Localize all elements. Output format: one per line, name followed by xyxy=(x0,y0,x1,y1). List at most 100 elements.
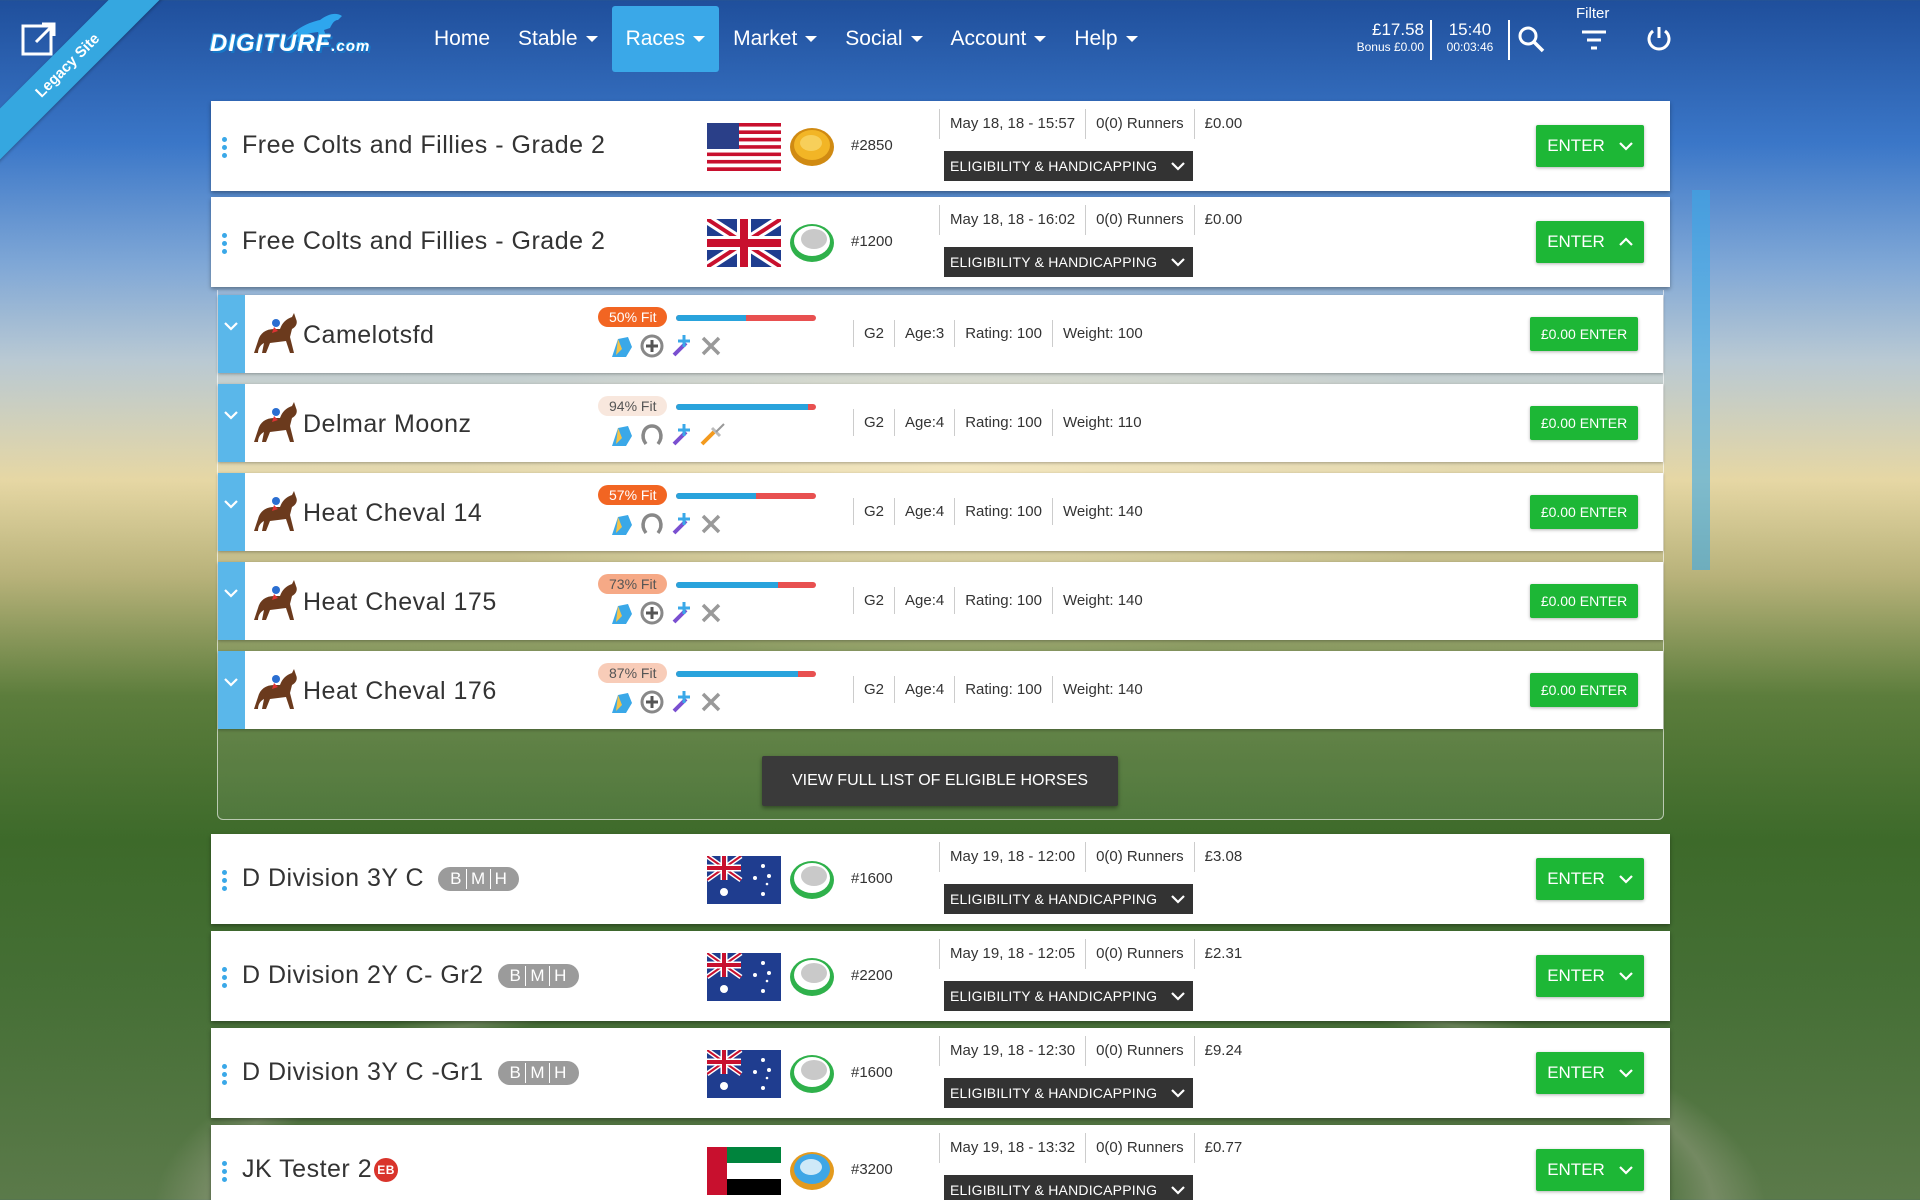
race-enter-button[interactable]: ENTER xyxy=(1536,221,1644,263)
nav-item-account[interactable]: Account xyxy=(937,6,1061,72)
race-prize: £3.08 xyxy=(1193,842,1253,872)
horse-grade: G2 xyxy=(853,320,894,347)
race-row[interactable]: D Division 2Y C- Gr2 B M H #2200 May 19, 18… xyxy=(211,931,1670,1021)
allweather-icon xyxy=(787,1149,837,1193)
horse-age: Age:4 xyxy=(894,409,954,436)
nav-item-social[interactable]: Social xyxy=(831,6,936,72)
drag-handle-icon[interactable] xyxy=(222,967,228,991)
fitness-badge: 87% Fit xyxy=(598,663,668,683)
race-name: D Division 2Y C- Gr2 B M H xyxy=(242,961,579,990)
race-enter-button[interactable]: ENTER xyxy=(1536,125,1644,167)
nav-item-market[interactable]: Market xyxy=(719,6,831,72)
fitness-bar xyxy=(676,315,816,321)
divider xyxy=(1508,20,1510,60)
race-enter-button[interactable]: ENTER xyxy=(1536,858,1644,900)
horse-enter-button[interactable]: £0.00 ENTER xyxy=(1530,495,1638,529)
horse-row[interactable]: Heat Cheval 14 57% Fit G2 Age:4 Rating: … xyxy=(218,473,1663,551)
eligibility-label: ELIGIBILITY & HANDICAPPING xyxy=(950,254,1158,270)
race-enter-button[interactable]: ENTER xyxy=(1536,1052,1644,1094)
horse-enter-button[interactable]: £0.00 ENTER xyxy=(1530,584,1638,618)
eligibility-handicapping-button[interactable]: ELIGIBILITY & HANDICAPPING xyxy=(944,981,1194,1011)
horseshoe-icon xyxy=(641,513,663,535)
expand-horse-toggle[interactable] xyxy=(218,295,245,373)
search-icon[interactable] xyxy=(1516,24,1546,59)
fitness-bar-fill xyxy=(676,493,756,499)
turf-icon xyxy=(787,955,837,999)
balance-display[interactable]: £17.58 Bonus £0.00 xyxy=(1340,20,1424,54)
chevron-down-icon xyxy=(1619,1160,1633,1180)
fitness-badge: 94% Fit xyxy=(598,396,668,416)
race-enter-button[interactable]: ENTER xyxy=(1536,1149,1644,1191)
horse-row[interactable]: Heat Cheval 175 73% Fit G2 Age:4 Rating:… xyxy=(218,562,1663,640)
external-link-icon[interactable] xyxy=(20,20,58,63)
expand-horse-toggle[interactable] xyxy=(218,562,245,640)
horse-name[interactable]: Heat Cheval 14 xyxy=(303,499,482,528)
horse-name[interactable]: Heat Cheval 176 xyxy=(303,677,497,706)
nav-item-races[interactable]: Races xyxy=(611,6,720,72)
race-name-text: Free Colts and Fillies - Grade 2 xyxy=(242,131,606,159)
digiturf-logo[interactable]: DIGITURF.com xyxy=(210,13,400,66)
race-row[interactable]: D Division 3Y C BMH #1600 May 19, 18 - 12… xyxy=(211,834,1670,924)
fitness-bar xyxy=(676,671,816,677)
horse-meta: G2 Age:4 Rating: 100 Weight: 140 xyxy=(853,498,1153,525)
horse-meta: G2 Age:4 Rating: 100 Weight: 110 xyxy=(853,409,1152,436)
fitness-bar-fill xyxy=(676,671,798,677)
race-enter-button[interactable]: ENTER xyxy=(1536,955,1644,997)
drag-handle-icon[interactable] xyxy=(222,1161,228,1185)
horse-row[interactable]: Camelotsfd 50% Fit G2 Age:3 Rating: 100 … xyxy=(218,295,1663,373)
expand-horse-toggle[interactable] xyxy=(218,651,245,729)
horse-name[interactable]: Heat Cheval 175 xyxy=(303,588,497,617)
nav-item-label: Account xyxy=(950,27,1027,50)
horse-weight: Weight: 140 xyxy=(1051,676,1153,703)
drag-handle-icon[interactable] xyxy=(222,137,228,161)
eligibility-handicapping-button[interactable]: ELIGIBILITY & HANDICAPPING xyxy=(944,247,1194,277)
power-icon[interactable] xyxy=(1644,24,1674,59)
current-time: 15:40 xyxy=(1448,20,1492,39)
eligibility-handicapping-button[interactable]: ELIGIBILITY & HANDICAPPING xyxy=(944,1175,1194,1200)
horse-name[interactable]: Delmar Moonz xyxy=(303,410,472,439)
horse-row[interactable]: Delmar Moonz 94% Fit G2 Age:4 Rating: 10… xyxy=(218,384,1663,462)
race-row[interactable]: D Division 3Y C -Gr1 B M H #1600 May 19, 18… xyxy=(211,1028,1670,1118)
expand-horse-toggle[interactable] xyxy=(218,473,245,551)
turf-icon xyxy=(787,221,837,265)
horse-name[interactable]: Camelotsfd xyxy=(303,321,434,350)
race-row[interactable]: Free Colts and Fillies - Grade 2 #1200 M… xyxy=(211,197,1670,287)
au-flag xyxy=(705,1047,781,1098)
race-row[interactable]: Free Colts and Fillies - Grade 2 #2850 M… xyxy=(211,101,1670,191)
nav-item-help[interactable]: Help xyxy=(1060,6,1151,72)
nav-item-home[interactable]: Home xyxy=(420,6,504,72)
horse-age: Age:4 xyxy=(894,676,954,703)
race-row[interactable]: JK Tester 2 EB #3200 May 19, 18 - 13:32 0… xyxy=(211,1125,1670,1200)
fitness-bar xyxy=(676,404,816,410)
equipment-icons xyxy=(608,600,726,626)
horse-rating: Rating: 100 xyxy=(954,409,1052,436)
shoe-plus-icon xyxy=(640,334,664,358)
horse-meta: G2 Age:4 Rating: 100 Weight: 140 xyxy=(853,587,1153,614)
drag-handle-icon[interactable] xyxy=(222,1064,228,1088)
scrollbar[interactable] xyxy=(1692,190,1710,570)
nav-item-stable[interactable]: Stable xyxy=(504,6,612,72)
medic-plus-icon xyxy=(672,335,690,357)
horse-enter-button[interactable]: £0.00 ENTER xyxy=(1530,317,1638,351)
race-meta: May 19, 18 - 13:32 0(0) Runners £0.77 xyxy=(939,1133,1252,1163)
expand-horse-toggle[interactable] xyxy=(218,384,245,462)
chevron-down-icon xyxy=(1171,254,1186,270)
hood-icon xyxy=(612,604,632,624)
horse-row[interactable]: Heat Cheval 176 87% Fit G2 Age:4 Rating:… xyxy=(218,651,1663,729)
eligibility-handicapping-button[interactable]: ELIGIBILITY & HANDICAPPING xyxy=(944,884,1194,914)
race-id: #1200 xyxy=(851,233,893,250)
clock-display: 15:40 00:03:46 xyxy=(1440,20,1500,54)
nav-item-label: Stable xyxy=(518,27,578,50)
drag-handle-icon[interactable] xyxy=(222,870,228,894)
drag-handle-icon[interactable] xyxy=(222,233,228,257)
horse-enter-button[interactable]: £0.00 ENTER xyxy=(1530,673,1638,707)
race-name: Free Colts and Fillies - Grade 2 xyxy=(242,227,605,256)
filter-icon[interactable] xyxy=(1580,28,1608,57)
eligibility-handicapping-button[interactable]: ELIGIBILITY & HANDICAPPING xyxy=(944,1078,1194,1108)
view-full-list-button[interactable]: VIEW FULL LIST OF ELIGIBLE HORSES xyxy=(762,756,1118,806)
equipment-icons xyxy=(608,689,726,715)
eligibility-handicapping-button[interactable]: ELIGIBILITY & HANDICAPPING xyxy=(944,151,1194,181)
race-name-text: Free Colts and Fillies - Grade 2 xyxy=(242,227,606,255)
horse-enter-button[interactable]: £0.00 ENTER xyxy=(1530,406,1638,440)
tools-icon xyxy=(701,603,721,623)
